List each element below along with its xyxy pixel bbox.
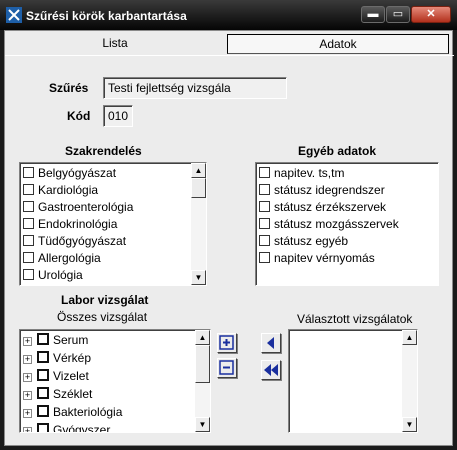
minus-box-icon xyxy=(219,360,234,375)
valasztott-vizsgalatok-label: Választott vizsgálatok xyxy=(297,312,413,326)
checkbox[interactable] xyxy=(37,387,49,399)
labor-title: Labor vizsgálat xyxy=(61,293,149,307)
egyeb-adatok-title: Egyéb adatok xyxy=(298,144,377,158)
scroll-thumb[interactable] xyxy=(195,345,210,383)
kod-label: Kód xyxy=(67,109,91,123)
checkbox[interactable] xyxy=(37,333,49,345)
app-logo-icon xyxy=(6,7,22,23)
list-item[interactable]: napitev. ts,tm xyxy=(259,165,344,182)
move-all-left-button[interactable] xyxy=(261,360,281,380)
checkbox[interactable] xyxy=(23,252,34,263)
scroll-up-icon[interactable]: ▲ xyxy=(402,330,417,345)
szures-label: Szűrés xyxy=(49,81,89,95)
checkbox[interactable] xyxy=(37,405,49,417)
tree-node[interactable]: + Bakteriológia xyxy=(23,404,122,421)
checkbox[interactable] xyxy=(37,423,49,432)
szures-field[interactable]: Testi fejlettség vizsgála xyxy=(103,77,287,99)
list-item[interactable]: Belgyógyászat xyxy=(23,165,116,182)
checkbox[interactable] xyxy=(23,218,34,229)
tree-node[interactable]: + Széklet xyxy=(23,386,92,403)
checkbox[interactable] xyxy=(259,184,270,195)
checkbox[interactable] xyxy=(37,369,49,381)
list-item[interactable]: Gastroenterológia xyxy=(23,199,133,216)
expand-icon[interactable]: + xyxy=(23,373,32,382)
checkbox[interactable] xyxy=(259,167,270,178)
expand-icon[interactable]: + xyxy=(23,337,32,346)
checkbox[interactable] xyxy=(259,235,270,246)
checkbox[interactable] xyxy=(23,201,34,212)
scroll-down-icon[interactable]: ▼ xyxy=(191,270,206,285)
list-item[interactable]: Kardiológia xyxy=(23,182,98,199)
checkbox[interactable] xyxy=(259,201,270,212)
list-item[interactable]: státusz egyéb xyxy=(259,233,348,250)
list-item[interactable]: napitev vérnyomás xyxy=(259,250,375,267)
tree-node[interactable]: + Vérkép xyxy=(23,350,91,367)
list-item[interactable]: státusz idegrendszer xyxy=(259,182,385,199)
app-window: Szűrési körök karbantartása ▬ ▭ ✕ Lista … xyxy=(0,0,457,450)
window-title: Szűrési körök karbantartása xyxy=(26,9,187,23)
tree-node[interactable]: + Gyógyszer xyxy=(23,422,110,432)
valasztott-vizsgalatok-list[interactable]: ▲ ▼ xyxy=(288,329,418,433)
arrow-left-icon xyxy=(267,337,274,349)
egyeb-adatok-list[interactable]: napitev. ts,tm státusz idegrendszer stát… xyxy=(255,162,439,286)
double-arrow-left-icon xyxy=(264,364,278,376)
szakrendeles-list[interactable]: Belgyógyászat Kardiológia Gastroenteroló… xyxy=(19,162,207,286)
expand-icon[interactable]: + xyxy=(23,427,32,432)
list-item[interactable]: Urológia xyxy=(23,267,83,284)
checkbox[interactable] xyxy=(37,351,49,363)
list-item[interactable]: státusz mozgásszervek xyxy=(259,216,399,233)
kod-field[interactable]: 010 xyxy=(103,105,133,127)
list-item[interactable]: Tüdőgyógyászat xyxy=(23,233,126,250)
checkbox[interactable] xyxy=(23,269,34,280)
scroll-down-icon[interactable]: ▼ xyxy=(402,417,417,432)
checkbox[interactable] xyxy=(23,184,34,195)
tree-node[interactable]: + Serum xyxy=(23,332,88,349)
scrollbar[interactable]: ▲ ▼ xyxy=(402,330,417,432)
checkbox[interactable] xyxy=(259,252,270,263)
scroll-up-icon[interactable]: ▲ xyxy=(191,163,206,178)
maximize-button[interactable]: ▭ xyxy=(386,6,410,23)
expand-icon[interactable]: + xyxy=(23,391,32,400)
scrollbar[interactable]: ▲ ▼ xyxy=(195,330,210,432)
expand-icon[interactable]: + xyxy=(23,409,32,418)
scrollbar[interactable]: ▲ ▼ xyxy=(191,163,206,285)
tree-node[interactable]: + Vizelet xyxy=(23,368,89,385)
title-bar[interactable]: Szűrési körök karbantartása ▬ ▭ ✕ xyxy=(0,0,457,30)
tab-lista[interactable]: Lista xyxy=(5,34,225,54)
list-item[interactable]: Allergológia xyxy=(23,250,101,267)
move-left-button[interactable] xyxy=(261,333,281,353)
scroll-thumb[interactable] xyxy=(191,178,206,198)
close-button[interactable]: ✕ xyxy=(411,6,451,23)
scroll-up-icon[interactable]: ▲ xyxy=(195,330,210,345)
checkbox[interactable] xyxy=(23,235,34,246)
plus-box-icon xyxy=(219,335,234,350)
minimize-button[interactable]: ▬ xyxy=(361,6,385,23)
szakrendeles-title: Szakrendelés xyxy=(65,144,142,158)
osszes-vizsgalat-label: Összes vizsgálat xyxy=(57,310,148,324)
checkbox[interactable] xyxy=(23,167,34,178)
form-panel: Lista Adatok Szűrés Testi fejlettség viz… xyxy=(4,30,454,446)
add-vizsgalat-button[interactable] xyxy=(217,333,237,353)
checkbox[interactable] xyxy=(259,218,270,229)
tab-adatok[interactable]: Adatok xyxy=(227,34,449,54)
osszes-vizsgalat-tree[interactable]: + Serum + Vérkép + Vizelet + Széklet + Bakter… xyxy=(19,329,211,433)
expand-icon[interactable]: + xyxy=(23,355,32,364)
list-item[interactable]: státusz érzékszervek xyxy=(259,199,386,216)
remove-vizsgalat-button[interactable] xyxy=(217,358,237,378)
scroll-down-icon[interactable]: ▼ xyxy=(195,417,210,432)
tab-divider xyxy=(5,55,454,56)
list-item[interactable]: Endokrinológia xyxy=(23,216,117,233)
